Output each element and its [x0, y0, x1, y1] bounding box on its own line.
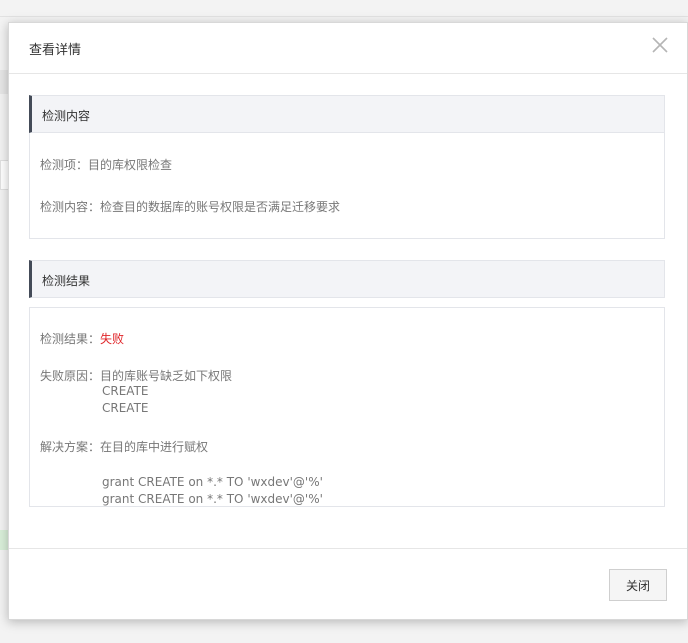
solution-label: 解决方案：: [40, 440, 101, 454]
fail-reason-label: 失败原因：: [40, 369, 101, 383]
missing-privilege-item: CREATE: [102, 401, 149, 415]
check-content-label: 检测内容：: [40, 200, 101, 214]
check-result-status: 失败: [100, 332, 125, 346]
check-item-label: 检测项：: [40, 158, 89, 172]
dialog-header: 查看详情: [9, 23, 687, 74]
check-item-value: 目的库权限检查: [88, 158, 173, 172]
grant-command: grant CREATE on *.* TO 'wxdev'@'%': [102, 475, 323, 489]
solution-row: 解决方案：在目的库中进行赋权: [40, 438, 208, 455]
dialog-title: 查看详情: [29, 43, 82, 58]
background-row-highlight: [0, 530, 8, 550]
dialog-footer: 关闭: [9, 548, 687, 619]
check-result-section-body: 检测结果：失败 失败原因：目的库账号缺乏如下权限 CREATE CREATE 解…: [29, 307, 665, 507]
check-result-section-header: 检测结果: [29, 260, 665, 298]
check-content-section-header: 检测内容: [29, 95, 665, 133]
background-row: [0, 70, 8, 94]
detail-dialog: 查看详情 检测内容 检测项：目的库权限检查 检测内容：检查目的数据库的账号权限是…: [8, 22, 688, 620]
background-divider: [0, 16, 688, 17]
check-content-value: 检查目的数据库的账号权限是否满足迁移要求: [100, 200, 341, 214]
check-content-section-body: 检测项：目的库权限检查 检测内容：检查目的数据库的账号权限是否满足迁移要求: [29, 133, 665, 239]
check-item-row: 检测项：目的库权限检查: [40, 156, 172, 173]
solution-value: 在目的库中进行赋权: [100, 440, 209, 454]
check-content-heading: 检测内容: [42, 109, 91, 123]
check-content-row: 检测内容：检查目的数据库的账号权限是否满足迁移要求: [40, 198, 340, 215]
fail-reason-value: 目的库账号缺乏如下权限: [100, 369, 233, 383]
check-result-label: 检测结果：: [40, 332, 101, 346]
grant-command: grant CREATE on *.* TO 'wxdev'@'%': [102, 492, 323, 506]
missing-privilege-item: CREATE: [102, 384, 149, 398]
check-result-heading: 检测结果: [42, 274, 91, 288]
close-button[interactable]: 关闭: [609, 569, 667, 601]
check-result-row: 检测结果：失败: [40, 330, 124, 347]
close-icon[interactable]: [651, 36, 669, 54]
fail-reason-row: 失败原因：目的库账号缺乏如下权限: [40, 367, 232, 384]
